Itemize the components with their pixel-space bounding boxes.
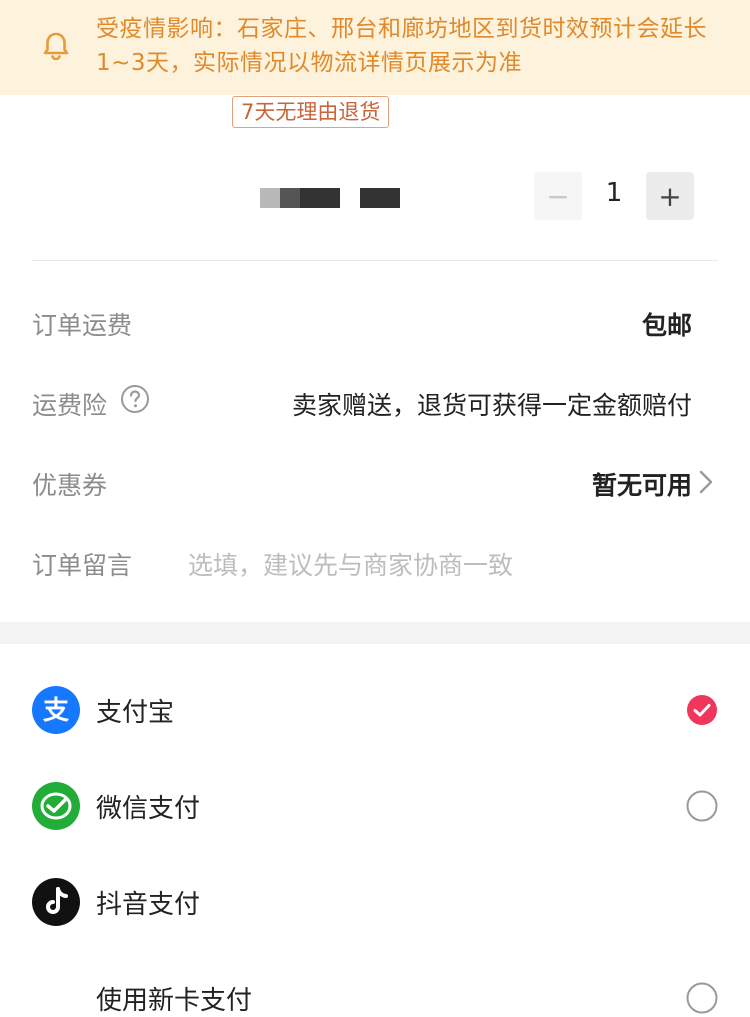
shipping-fee-label: 订单运费	[32, 311, 133, 340]
chevron-right-icon[interactable]	[698, 469, 714, 495]
radio-unchecked-icon[interactable]	[686, 982, 718, 1014]
return-policy-tag: 7天无理由退货	[232, 96, 390, 128]
coupon-label: 优惠券	[32, 471, 108, 500]
blurred-spec	[260, 188, 340, 208]
help-icon[interactable]	[120, 384, 150, 414]
radio-unchecked-icon[interactable]	[686, 790, 718, 822]
payment-method-wechat[interactable]: 微信支付	[96, 788, 200, 825]
radio-checked-icon[interactable]	[686, 694, 718, 726]
section-gap	[0, 622, 750, 644]
coupon-value[interactable]: 暂无可用	[592, 466, 692, 502]
quantity-increase-button[interactable]: +	[646, 172, 694, 220]
payment-method-alipay[interactable]: 支付宝	[96, 692, 174, 729]
wechat-pay-icon	[32, 782, 80, 830]
alipay-icon: 支	[32, 686, 80, 734]
notice-banner: 受疫情影响：石家庄、邢台和廊坊地区到货时效预计会延长1~3天，实际情况以物流详情…	[0, 0, 750, 95]
svg-text:支: 支	[43, 696, 69, 726]
shipping-fee-value: 包邮	[641, 311, 692, 340]
douyin-pay-icon	[32, 878, 80, 926]
quantity-value[interactable]: 1	[590, 178, 638, 208]
order-message-input[interactable]: 选填，建议先与商家协商一致	[188, 546, 513, 582]
blurred-spec-2	[360, 188, 400, 208]
shipping-insurance-value: 卖家赠送，退货可获得一定金额赔付	[291, 391, 692, 420]
notice-text: 受疫情影响：石家庄、邢台和廊坊地区到货时效预计会延长1~3天，实际情况以物流详情…	[96, 16, 707, 76]
payment-method-douyin[interactable]: 抖音支付	[96, 884, 200, 921]
quantity-decrease-button[interactable]: −	[534, 172, 582, 220]
order-message-label: 订单留言	[32, 551, 133, 580]
bell-icon	[43, 32, 69, 61]
payment-method-new-card[interactable]: 使用新卡支付	[96, 980, 252, 1017]
divider	[32, 260, 718, 261]
shipping-insurance-label: 运费险	[32, 391, 108, 420]
